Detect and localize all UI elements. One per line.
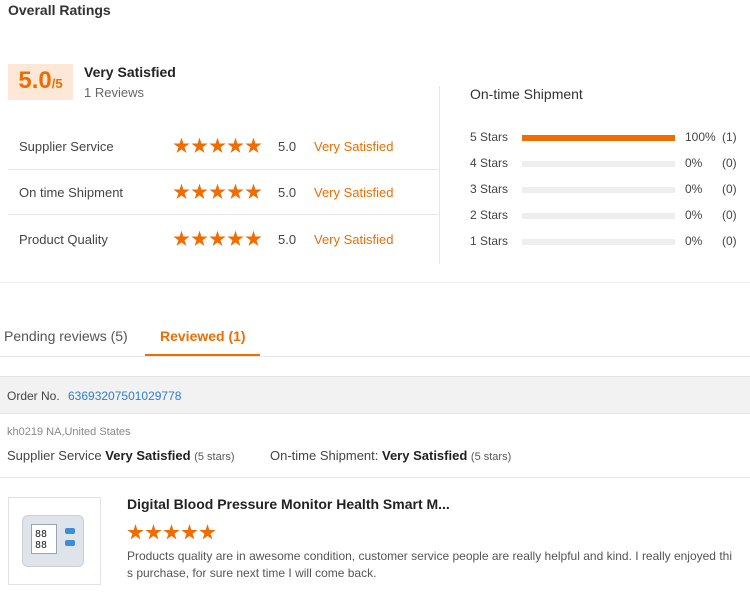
star-icon [191,137,208,153]
star-icon [245,137,262,153]
supplier-service-stars: (5 stars) [194,451,235,463]
distribution-label: 2 Stars [470,208,509,222]
shipment-label: On-time Shipment: [270,448,379,463]
star-icon [173,230,190,246]
distribution-count: (0) [722,182,737,196]
blood-pressure-monitor-image: 88 88 [22,515,84,567]
distribution-count: (1) [722,130,737,144]
distribution-percent: 100% [685,130,716,144]
rating-stars [173,230,262,248]
supplier-service-label: Supplier Service [7,448,102,463]
device-button [65,528,75,534]
rating-row-text: Very Satisfied [314,231,394,247]
distribution-bar [522,135,675,141]
distribution-count: (0) [722,208,737,222]
distribution-count: (0) [722,234,737,248]
rating-row: On time Shipment 5.0 Very Satisfied [8,169,439,215]
distribution-bar [522,161,675,167]
star-icon [227,137,244,153]
rating-row-label: Supplier Service [19,138,114,154]
shipment-stars: (5 stars) [470,451,512,463]
section-divider [0,282,750,283]
distribution-percent: 0% [685,182,703,196]
tab-pending-reviews[interactable]: Pending reviews (5) [4,328,128,344]
shipment-summary: On-time Shipment: Very Satisfied (5 star… [270,448,511,463]
star-icon [145,524,162,540]
overall-score-badge: 5.0 /5 [8,64,73,100]
reviewer-info: kh0219 NA,United States [7,426,131,438]
rating-row: Supplier Service 5.0 Very Satisfied [8,123,439,169]
distribution-label: 3 Stars [470,182,509,196]
shipment-value: Very Satisfied [382,448,468,463]
distribution-bar-fill [522,135,675,141]
star-icon [173,183,190,199]
star-icon [191,230,208,246]
distribution-row: 5 Stars 100% (1) [470,130,740,146]
overall-review-count: 1 Reviews [84,85,144,100]
star-icon [227,183,244,199]
star-icon [209,137,226,153]
rating-stars [173,183,262,201]
shipment-distribution-title: On-time Shipment [470,86,583,102]
distribution-bar [522,187,675,193]
distribution-row: 2 Stars 0% (0) [470,208,740,224]
distribution-percent: 0% [685,156,703,170]
rating-row-score: 5.0 [278,231,297,247]
star-icon [199,524,216,540]
star-icon [245,183,262,199]
star-icon [163,524,180,540]
supplier-service-summary: Supplier Service Very Satisfied (5 stars… [7,448,235,463]
order-number-label: Order No. [7,389,60,403]
overall-score-max: /5 [51,76,63,91]
distribution-bar [522,213,675,219]
rating-row-score: 5.0 [278,138,297,154]
star-icon [209,230,226,246]
distribution-label: 4 Stars [470,156,509,170]
overall-rating-label: Very Satisfied [84,64,176,80]
order-header: Order No. 63693207501029778 [0,376,750,414]
distribution-percent: 0% [685,208,703,222]
review-comment: Products quality are in awesome conditio… [127,549,732,580]
star-icon [245,230,262,246]
distribution-percent: 0% [685,234,703,248]
distribution-label: 1 Stars [470,234,509,248]
star-icon [173,137,190,153]
tabs-baseline [0,356,750,357]
rating-row-text: Very Satisfied [314,138,394,154]
device-button [65,540,75,546]
rating-row: Product Quality 5.0 Very Satisfied [8,216,439,262]
review-divider [0,477,750,478]
product-title-link[interactable]: Digital Blood Pressure Monitor Health Sm… [127,496,450,512]
vertical-divider [439,86,440,264]
product-thumbnail[interactable]: 88 88 [8,497,101,585]
rating-stars [173,137,262,155]
distribution-row: 4 Stars 0% (0) [470,156,740,172]
star-icon [127,524,144,540]
star-icon [209,183,226,199]
order-number-link[interactable]: 63693207501029778 [68,389,181,403]
supplier-service-value: Very Satisfied [105,448,191,463]
distribution-count: (0) [722,156,737,170]
overall-score: 5.0 [18,67,52,94]
rating-row-label: On time Shipment [19,184,124,200]
device-screen: 88 88 [31,524,57,554]
distribution-bar [522,239,675,245]
star-icon [181,524,198,540]
rating-row-label: Product Quality [19,231,108,247]
rating-row-text: Very Satisfied [314,184,394,200]
distribution-label: 5 Stars [470,130,509,144]
star-icon [191,183,208,199]
overall-ratings-title: Overall Ratings [8,2,111,18]
star-icon [227,230,244,246]
rating-row-score: 5.0 [278,184,297,200]
distribution-row: 1 Stars 0% (0) [470,234,740,250]
device-readout: 88 88 [35,529,48,551]
product-rating-stars [127,524,216,541]
tab-reviewed[interactable]: Reviewed (1) [160,328,246,344]
distribution-row: 3 Stars 0% (0) [470,182,740,198]
